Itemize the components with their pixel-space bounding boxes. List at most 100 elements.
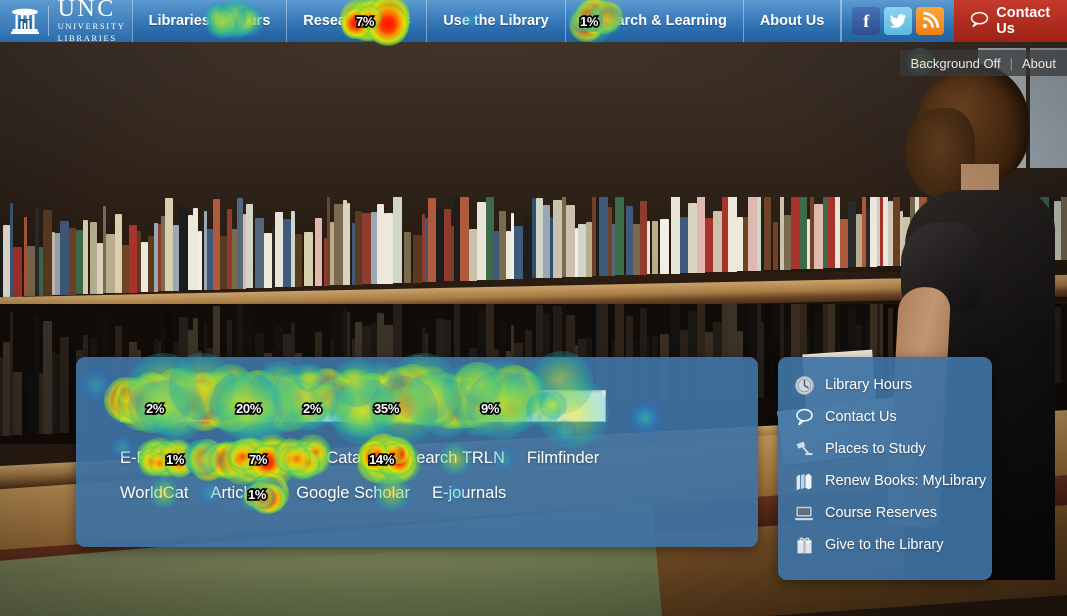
sidebar-item-label: Course Reserves — [825, 505, 938, 521]
photo-book-spine — [69, 346, 76, 433]
quick-link-filmfinder[interactable]: Filmfinder — [527, 449, 599, 467]
search-panel: E-Research by Discipline Catalog Search TR… — [76, 357, 758, 547]
photo-book-spine — [764, 197, 771, 271]
sidebar-item-give-to-the-library[interactable]: Give to the Library — [792, 529, 992, 561]
photo-book-spine — [525, 216, 532, 279]
photo-book-spine — [436, 208, 444, 282]
photo-book-spine — [566, 205, 575, 278]
quick-link-catalog[interactable]: Catalog — [326, 449, 383, 467]
contact-us-label: Contact Us — [996, 5, 1051, 37]
photo-book-spine — [578, 223, 586, 277]
photo-book-spine — [315, 217, 322, 286]
sidebar-item-label: Give to the Library — [825, 537, 944, 553]
photo-book-spine — [697, 197, 705, 273]
photo-book-spine — [355, 210, 362, 285]
photo-book-spine — [728, 197, 737, 272]
speech-bubble-icon — [792, 406, 816, 428]
nav-item-about-us[interactable]: About Us — [742, 0, 840, 42]
photo-book-spine — [680, 217, 688, 274]
photo-book-spine — [599, 197, 608, 277]
logo-primary-text: UNC — [57, 0, 116, 22]
background-toggle-button[interactable]: Background Off — [911, 56, 1001, 71]
quick-links-row-1: E-Research by Discipline Catalog Search TR… — [120, 449, 621, 468]
photo-book-spine — [377, 203, 384, 284]
nav-item-use-the-library[interactable]: Use the Library — [426, 0, 565, 42]
photo-book-spine — [652, 221, 658, 275]
photo-book-spine — [514, 226, 523, 280]
photo-book-spine — [384, 212, 393, 284]
social-links: f — [841, 0, 954, 42]
photo-book-spine — [27, 246, 35, 297]
quick-link-worldcat[interactable]: WorldCat — [120, 484, 188, 502]
photo-book-spine — [444, 209, 451, 282]
twitter-icon[interactable] — [884, 7, 913, 35]
books-icon — [792, 470, 816, 492]
photo-book-spine — [106, 234, 115, 294]
quick-link-articles[interactable]: Articles+ — [210, 484, 274, 502]
photo-book-spine — [165, 198, 173, 292]
main-navigation-bar: UNC UNIVERSITY LIBRARIES Libraries & Hou… — [0, 0, 1067, 43]
page-root: UNC UNIVERSITY LIBRARIES Libraries & Hou… — [0, 0, 1067, 616]
photo-book-spine — [660, 218, 669, 274]
sidebar-item-places-to-study[interactable]: Places to Study — [792, 433, 992, 465]
photo-book-spine — [304, 232, 313, 287]
about-link[interactable]: About — [1022, 56, 1056, 71]
quick-links-row-2: WorldCat Articles+ Google Scholar E-journal… — [120, 484, 528, 503]
photo-book-spine — [713, 211, 722, 273]
photo-book-spine — [553, 199, 562, 278]
photo-book-spine — [255, 218, 264, 289]
photo-book-spine — [460, 197, 469, 281]
nav-item-libraries-hours[interactable]: Libraries & Hours — [131, 0, 287, 42]
rss-icon[interactable] — [916, 7, 945, 35]
sidebar-item-contact-us[interactable]: Contact Us — [792, 401, 992, 433]
photo-book-spine — [543, 205, 550, 278]
sidebar-item-course-reserves[interactable]: Course Reserves — [792, 497, 992, 529]
photo-book-spine — [626, 206, 633, 276]
sidebar-item-label: Renew Books: MyLibrary — [825, 473, 987, 489]
unc-libraries-logo[interactable]: UNC UNIVERSITY LIBRARIES — [0, 0, 132, 43]
photo-book-spine — [283, 219, 291, 288]
photo-book-spine — [486, 197, 494, 280]
photo-book-spine — [122, 244, 129, 293]
old-well-icon — [8, 4, 42, 38]
photo-book-spine — [784, 214, 791, 270]
photo-book-spine — [334, 204, 343, 286]
contact-us-button[interactable]: Contact Us — [954, 0, 1067, 42]
quick-link-search-trln[interactable]: Search TRLN — [405, 449, 505, 467]
photo-book-spine — [90, 221, 97, 294]
photo-book-spine — [347, 202, 350, 285]
photo-book-spine — [60, 337, 69, 433]
photo-book-spine — [647, 221, 650, 275]
background-controls-separator: | — [1009, 55, 1014, 71]
quick-link-e-journals[interactable]: E-journals — [432, 484, 506, 502]
quick-link-e-research-by-discipline[interactable]: E-Research by Discipline — [120, 449, 304, 467]
photo-book-spine — [13, 246, 22, 297]
photo-book-spine — [246, 204, 253, 289]
quick-link-google-scholar[interactable]: Google Scholar — [296, 484, 410, 502]
logo-divider — [48, 6, 49, 36]
photo-book-spine — [814, 203, 823, 269]
photo-book-spine — [141, 242, 148, 293]
photo-book-spine — [469, 228, 477, 281]
sidebar-item-label: Places to Study — [825, 441, 926, 457]
sidebar-item-library-hours[interactable]: Library Hours — [792, 369, 992, 401]
photo-book-spine — [43, 209, 52, 296]
nav-item-research-learning[interactable]: Research & Learning — [564, 0, 743, 42]
sidebar-item-renew-books-mylibrary[interactable]: Renew Books: MyLibrary — [792, 465, 992, 497]
logo-secondary-text: UNIVERSITY LIBRARIES — [57, 21, 126, 43]
speech-bubble-icon — [970, 11, 989, 31]
photo-book-spine — [76, 230, 83, 295]
photo-book-spine — [213, 198, 220, 290]
photo-book-spine — [428, 198, 436, 283]
laptop-icon — [792, 502, 816, 524]
photo-book-spine — [633, 223, 640, 275]
sidebar-item-label: Contact Us — [825, 409, 897, 425]
photo-book-spine — [295, 233, 302, 287]
background-controls: Background Off | About — [899, 50, 1067, 76]
photo-book-spine — [3, 341, 10, 436]
nav-item-research-tools[interactable]: Research Tools — [286, 0, 426, 42]
search-input[interactable] — [121, 391, 605, 421]
photo-book-spine — [773, 221, 778, 270]
search-box[interactable] — [120, 390, 606, 422]
facebook-icon[interactable]: f — [852, 7, 881, 35]
